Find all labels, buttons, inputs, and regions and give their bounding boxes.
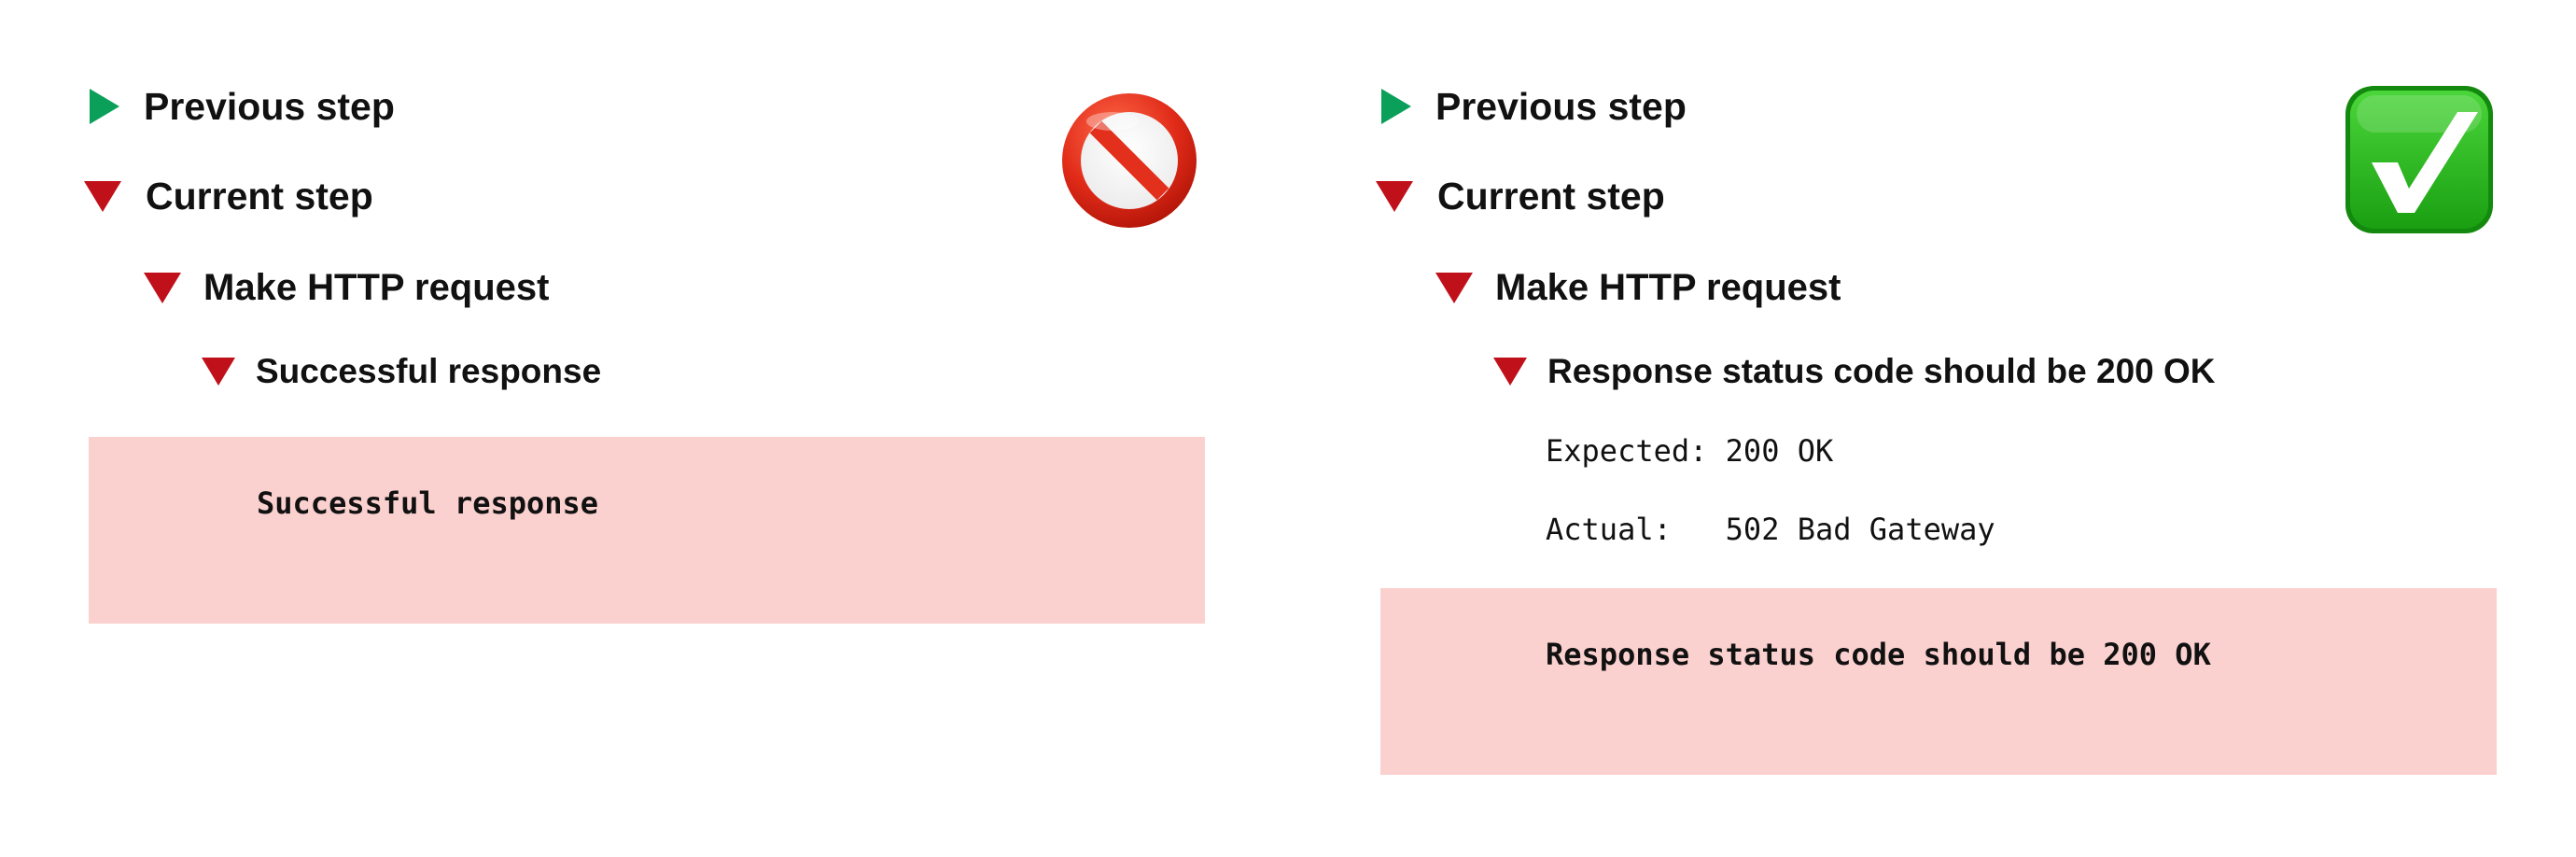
collapse-arrow-icon[interactable] xyxy=(84,180,121,212)
collapse-arrow-icon[interactable] xyxy=(202,358,235,386)
expected-value: 200 OK xyxy=(1725,433,1834,469)
tree-item-label: Current step xyxy=(146,174,373,218)
tree-item-label: Current step xyxy=(1437,174,1665,218)
error-message-box: Successful response xyxy=(89,437,1205,624)
collapse-arrow-icon[interactable] xyxy=(1376,180,1413,212)
no-entry-icon xyxy=(1062,93,1197,228)
tree-item-label: Successful response xyxy=(256,352,602,390)
collapse-arrow-icon[interactable] xyxy=(1493,358,1527,386)
tree-item-label: Previous step xyxy=(144,84,395,128)
tree-item-current-step[interactable]: Current step xyxy=(1376,168,1665,224)
actual-label: Actual: xyxy=(1546,512,1726,547)
collapse-arrow-icon[interactable] xyxy=(1435,272,1473,303)
tree-item-make-http-request[interactable]: Make HTTP request xyxy=(144,260,550,316)
tree-item-label: Previous step xyxy=(1435,84,1687,128)
expand-arrow-icon[interactable] xyxy=(1381,89,1411,124)
tree-item-make-http-request[interactable]: Make HTTP request xyxy=(1435,260,1841,316)
tree-item-label: Make HTTP request xyxy=(203,266,550,308)
check-mark-icon xyxy=(2345,86,2493,233)
actual-line: Actual: 502 Bad Gateway xyxy=(1546,512,1995,547)
tree-item-assertion[interactable]: Successful response xyxy=(202,344,601,400)
tree-item-previous-step[interactable]: Previous step xyxy=(90,78,395,134)
expected-line: Expected: 200 OK xyxy=(1546,433,1833,469)
tree-item-label: Response status code should be 200 OK xyxy=(1547,352,2216,390)
expected-label: Expected: xyxy=(1546,433,1726,469)
test-panel-passed: Previous step Current step Make HTTP req… xyxy=(1376,0,2501,857)
expand-arrow-icon[interactable] xyxy=(90,89,119,124)
error-message-text: Successful response xyxy=(257,485,599,521)
tree-item-label: Make HTTP request xyxy=(1495,266,1841,308)
test-panel-failed: Previous step Current step Make HTTP req… xyxy=(84,0,1210,857)
collapse-arrow-icon[interactable] xyxy=(144,272,181,303)
tree-item-assertion[interactable]: Response status code should be 200 OK xyxy=(1493,344,2216,400)
tree-item-previous-step[interactable]: Previous step xyxy=(1381,78,1687,134)
actual-value: 502 Bad Gateway xyxy=(1725,512,1995,547)
tree-item-current-step[interactable]: Current step xyxy=(84,168,373,224)
error-message-box: Response status code should be 200 OK xyxy=(1380,588,2497,775)
error-message-text: Response status code should be 200 OK xyxy=(1546,637,2211,672)
